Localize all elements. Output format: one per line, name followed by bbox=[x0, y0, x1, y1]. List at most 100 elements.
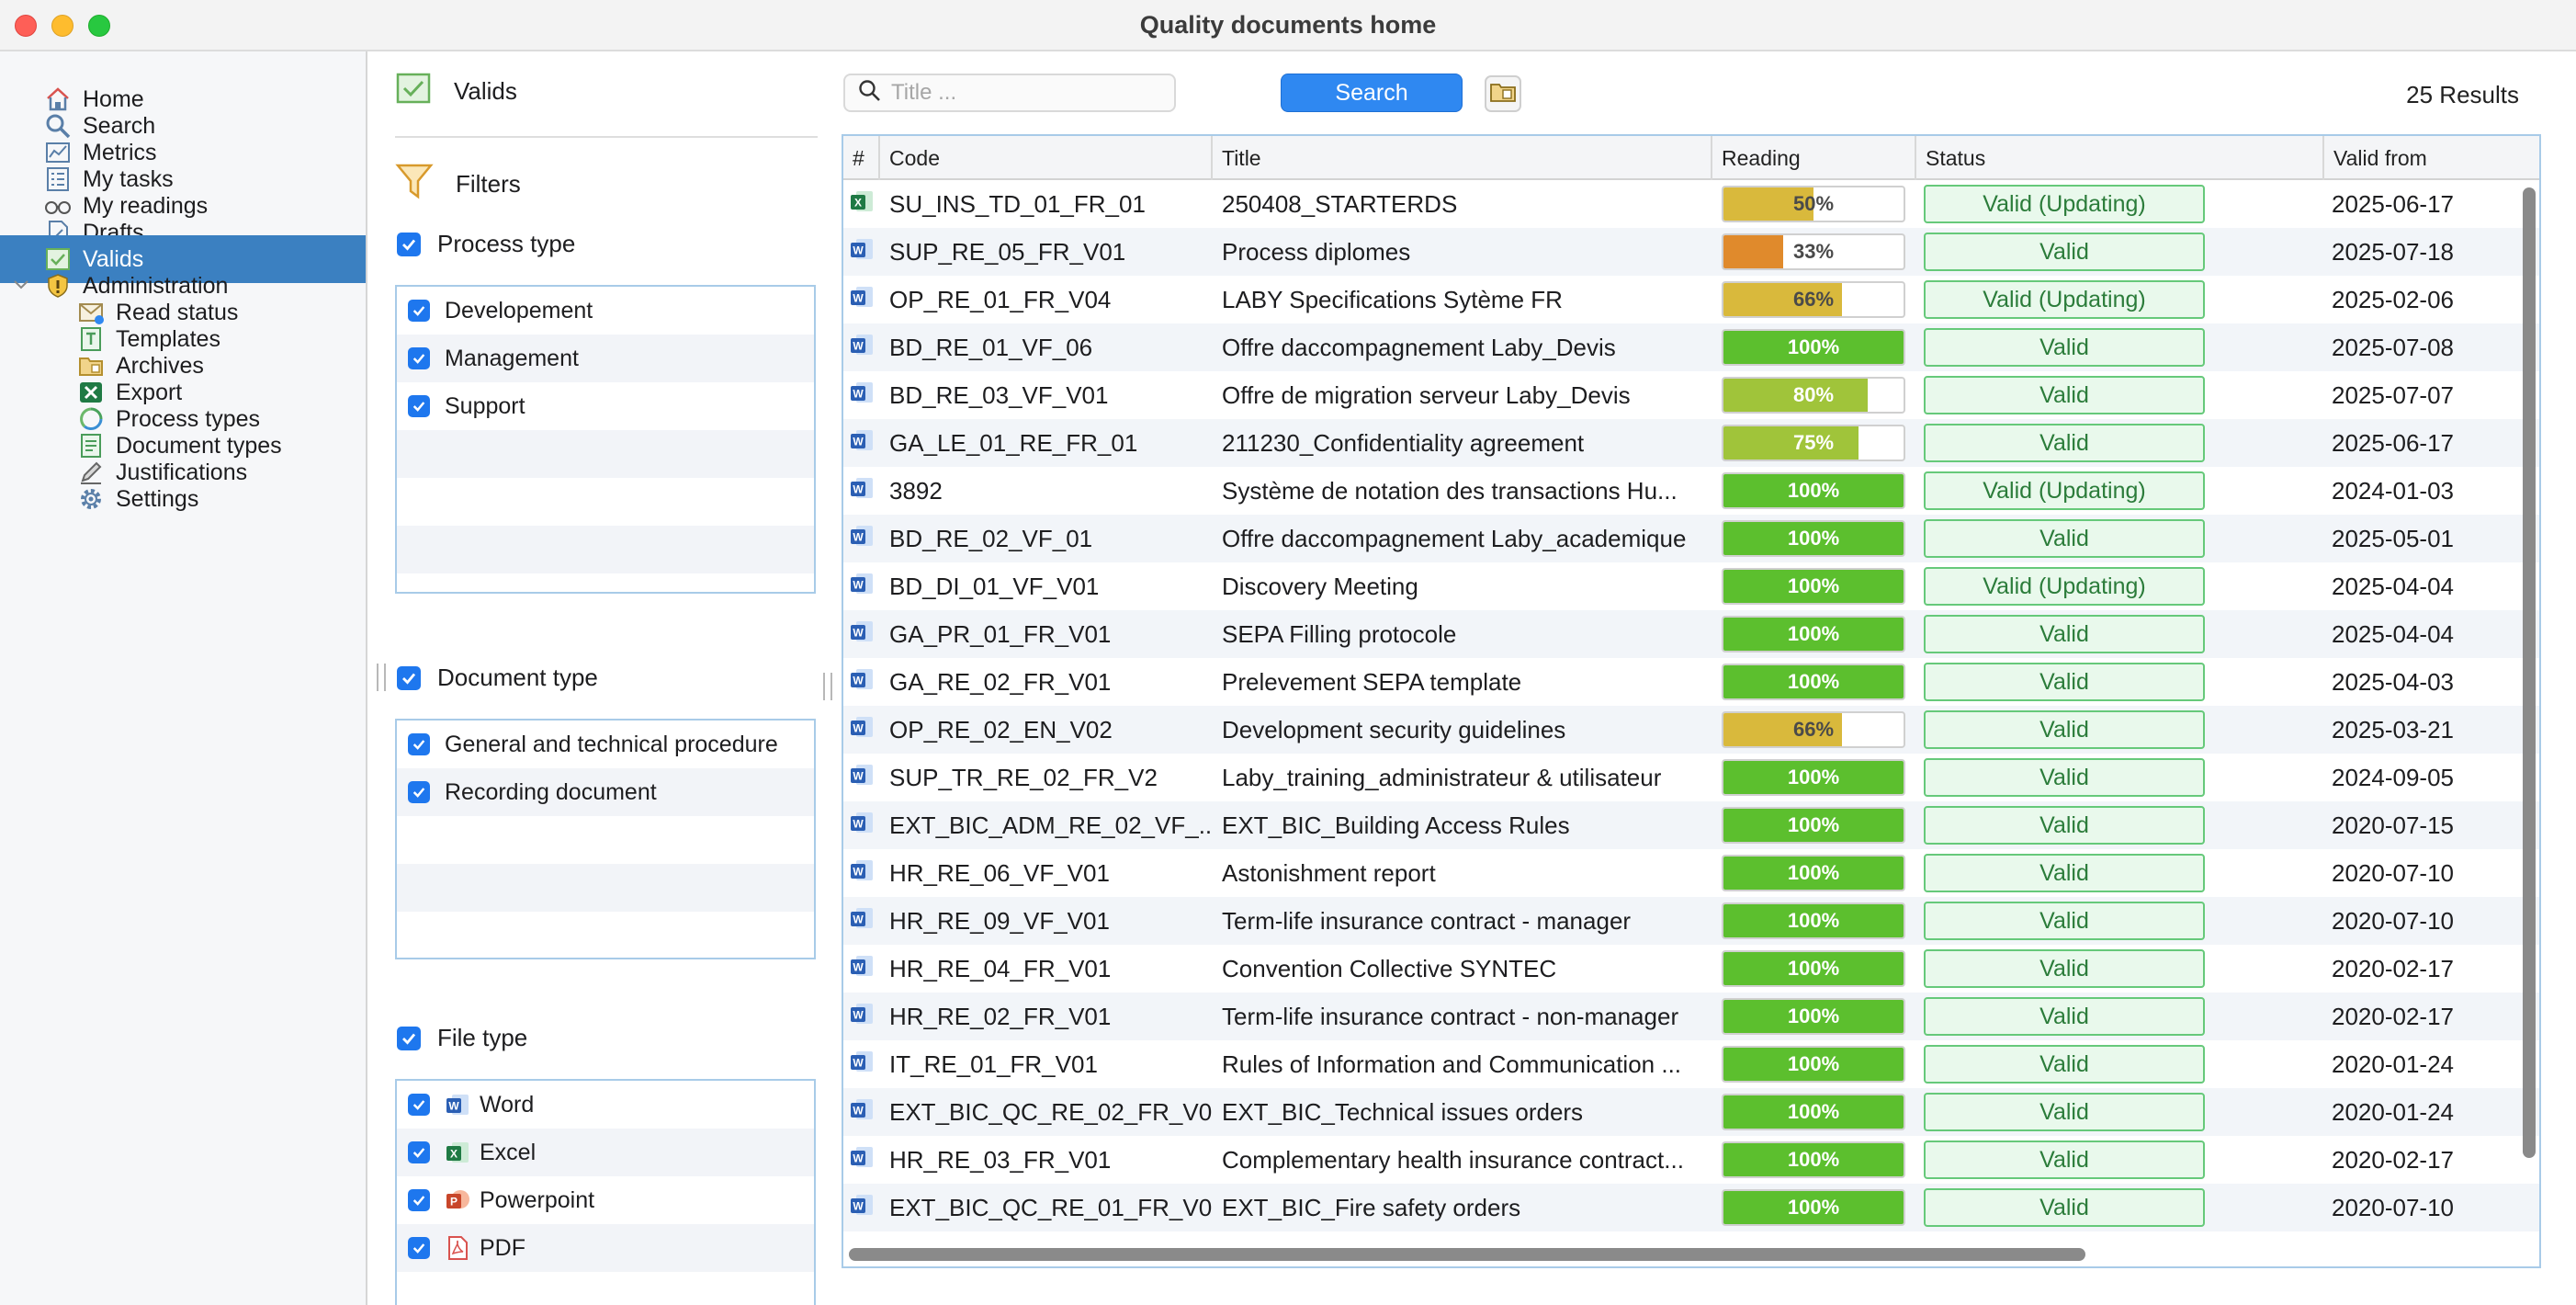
list-item[interactable]: X Excel bbox=[397, 1129, 814, 1176]
title-cell: SEPA Filling protocole bbox=[1222, 619, 1457, 648]
right-splitter-handle[interactable] bbox=[823, 673, 832, 700]
svg-text:W: W bbox=[853, 578, 864, 591]
open-folder-button[interactable] bbox=[1485, 75, 1521, 112]
checkbox-checked-icon[interactable] bbox=[408, 1141, 430, 1163]
table-row[interactable]: X SU_INS_TD_01_FR_01 250408_STARTERDS 50… bbox=[843, 180, 2539, 228]
empty-row bbox=[397, 1272, 814, 1305]
word-icon: W bbox=[445, 1092, 470, 1118]
table-row[interactable]: W SUP_RE_05_FR_V01 Process diplomes 33% … bbox=[843, 228, 2539, 276]
table-row[interactable]: W HR_RE_02_FR_V01 Term-life insurance co… bbox=[843, 993, 2539, 1040]
reading-progress-bar: 80% bbox=[1722, 377, 1905, 414]
checkbox-checked-icon[interactable] bbox=[408, 1189, 430, 1211]
column-header-status[interactable]: Status bbox=[1916, 136, 2324, 180]
table-row[interactable]: W EXT_BIC_QC_RE_02_FR_V01 EXT_BIC_Techni… bbox=[843, 1088, 2539, 1136]
status-badge: Valid (Updating) bbox=[1924, 185, 2205, 223]
valid-from-cell: 2020-07-10 bbox=[2332, 1193, 2454, 1221]
table-row[interactable]: W HR_RE_06_VF_V01 Astonishment report 10… bbox=[843, 849, 2539, 897]
list-item[interactable]: Recording document bbox=[397, 768, 814, 816]
file-type-toggle[interactable]: File type bbox=[397, 1024, 527, 1052]
checkbox-checked-icon[interactable] bbox=[397, 1026, 421, 1050]
reading-progress-bar: 100% bbox=[1722, 1094, 1905, 1130]
svg-text:W: W bbox=[853, 626, 864, 639]
reading-cell: 100% bbox=[1722, 1136, 1909, 1184]
file-type-cell: W bbox=[849, 897, 882, 945]
column-header-title[interactable]: Title bbox=[1213, 136, 1712, 180]
reading-progress-label: 100% bbox=[1787, 1052, 1840, 1075]
checkbox-checked-icon[interactable] bbox=[408, 733, 430, 755]
reading-progress-label: 66% bbox=[1792, 288, 1835, 311]
document-type-toggle[interactable]: Document type bbox=[397, 664, 598, 692]
checkbox-checked-icon[interactable] bbox=[397, 232, 421, 256]
table-row[interactable]: W BD_RE_03_VF_V01 Offre de migration ser… bbox=[843, 371, 2539, 419]
table-row[interactable]: W HR_RE_03_FR_V01 Complementary health i… bbox=[843, 1136, 2539, 1184]
column-header-number[interactable]: # bbox=[843, 136, 880, 180]
list-item[interactable]: Support bbox=[397, 382, 814, 430]
status-cell: Valid (Updating) bbox=[1924, 276, 2207, 323]
list-item[interactable]: General and technical procedure bbox=[397, 721, 814, 768]
svg-text:W: W bbox=[853, 1056, 864, 1069]
table-row[interactable]: W EXT_BIC_QC_RE_01_FR_V01 EXT_BIC_Fire s… bbox=[843, 1184, 2539, 1231]
table-row[interactable]: W OP_RE_01_FR_V04 LABY Specifications Sy… bbox=[843, 276, 2539, 323]
column-header-code[interactable]: Code bbox=[880, 136, 1213, 180]
svg-text:W: W bbox=[853, 817, 864, 830]
sidebar-item-settings[interactable]: Settings bbox=[0, 475, 366, 523]
horizontal-scrollbar[interactable] bbox=[849, 1248, 2085, 1261]
status-badge: Valid bbox=[1924, 663, 2205, 701]
file-type-cell: W bbox=[849, 228, 882, 276]
table-row[interactable]: W EXT_BIC_ADM_RE_02_VF_... EXT_BIC_Build… bbox=[843, 801, 2539, 849]
checkbox-checked-icon[interactable] bbox=[408, 300, 430, 322]
table-row[interactable]: W GA_RE_02_FR_V01 Prelevement SEPA templ… bbox=[843, 658, 2539, 706]
status-badge: Valid bbox=[1924, 806, 2205, 845]
svg-text:W: W bbox=[853, 1199, 864, 1212]
list-item[interactable]: Management bbox=[397, 335, 814, 382]
vertical-scrollbar[interactable] bbox=[2523, 187, 2536, 1158]
checkbox-checked-icon[interactable] bbox=[397, 665, 421, 690]
table-row[interactable]: W BD_RE_02_VF_01 Offre daccompagnement L… bbox=[843, 515, 2539, 562]
list-item[interactable]: W Word bbox=[397, 1081, 814, 1129]
table-row[interactable]: W OP_RE_02_EN_V02 Development security g… bbox=[843, 706, 2539, 754]
filters-header: Filters bbox=[395, 162, 521, 207]
list-item-label: PDF bbox=[480, 1234, 525, 1261]
word-icon: W bbox=[849, 762, 875, 794]
process-type-toggle[interactable]: Process type bbox=[397, 230, 575, 258]
valid-from-cell: 2020-07-10 bbox=[2332, 906, 2454, 935]
file-type-cell: W bbox=[849, 1184, 882, 1231]
search-field[interactable] bbox=[843, 74, 1176, 112]
table-row[interactable]: W GA_PR_01_FR_V01 SEPA Filling protocole… bbox=[843, 610, 2539, 658]
table-row[interactable]: W IT_RE_01_FR_V01 Rules of Information a… bbox=[843, 1040, 2539, 1088]
file-type-cell: W bbox=[849, 562, 882, 610]
checkbox-checked-icon[interactable] bbox=[408, 1237, 430, 1259]
checkbox-checked-icon[interactable] bbox=[408, 1094, 430, 1116]
checkbox-checked-icon[interactable] bbox=[408, 781, 430, 803]
code-cell: HR_RE_09_VF_V01 bbox=[889, 906, 1110, 935]
table-row[interactable]: W HR_RE_09_VF_V01 Term-life insurance co… bbox=[843, 897, 2539, 945]
table-row[interactable]: W BD_RE_01_VF_06 Offre daccompagnement L… bbox=[843, 323, 2539, 371]
svg-text:X: X bbox=[450, 1148, 458, 1161]
search-button[interactable]: Search bbox=[1281, 74, 1463, 112]
list-item[interactable]: P Powerpoint bbox=[397, 1176, 814, 1224]
reading-progress-bar: 100% bbox=[1722, 950, 1905, 987]
status-cell: Valid bbox=[1924, 419, 2207, 467]
column-header-reading[interactable]: Reading bbox=[1712, 136, 1916, 180]
table-row[interactable]: W GA_LE_01_RE_FR_01 211230_Confidentiali… bbox=[843, 419, 2539, 467]
list-item[interactable]: PDF bbox=[397, 1224, 814, 1272]
word-icon: W bbox=[849, 1096, 875, 1129]
left-splitter-handle[interactable] bbox=[377, 664, 386, 691]
column-header-valid-from[interactable]: Valid from bbox=[2324, 136, 2539, 180]
svg-text:W: W bbox=[853, 530, 864, 543]
list-item[interactable]: Developement bbox=[397, 287, 814, 335]
list-item-label: Management bbox=[445, 345, 579, 371]
status-badge: Valid (Updating) bbox=[1924, 567, 2205, 606]
valid-from-cell: 2024-09-05 bbox=[2332, 763, 2454, 791]
checkbox-checked-icon[interactable] bbox=[408, 347, 430, 369]
reading-cell: 50% bbox=[1722, 180, 1909, 228]
table-row[interactable]: W 3892 Système de notation des transacti… bbox=[843, 467, 2539, 515]
checkbox-checked-icon[interactable] bbox=[408, 395, 430, 417]
status-badge: Valid bbox=[1924, 424, 2205, 462]
table-row[interactable]: W BD_DI_01_VF_V01 Discovery Meeting 100%… bbox=[843, 562, 2539, 610]
table-row[interactable]: W SUP_TR_RE_02_FR_V2 Laby_training_admin… bbox=[843, 754, 2539, 801]
search-input[interactable] bbox=[891, 80, 1158, 106]
table-row[interactable]: W HR_RE_04_FR_V01 Convention Collective … bbox=[843, 945, 2539, 993]
valid-from-cell: 2025-06-17 bbox=[2332, 428, 2454, 457]
file-type-cell: W bbox=[849, 945, 882, 993]
